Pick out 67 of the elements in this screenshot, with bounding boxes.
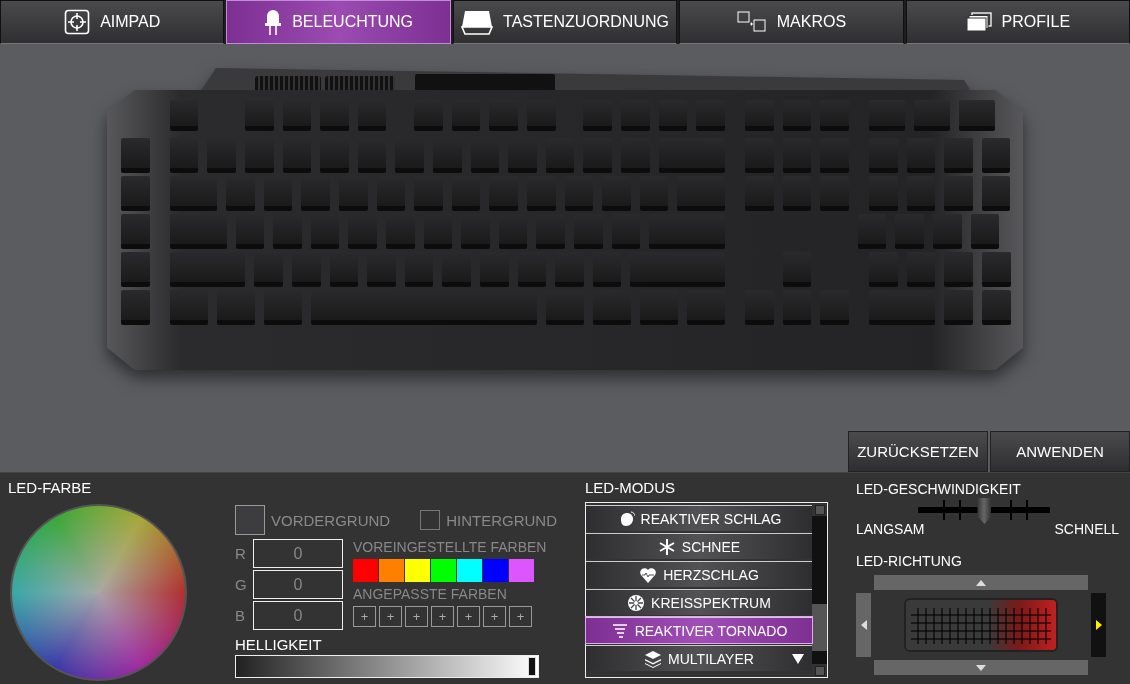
action-button[interactable]: ANWENDEN bbox=[990, 431, 1130, 472]
checkbox-label: VORDERGRUND bbox=[271, 511, 391, 529]
section-title: LED-GESCHWINDIGKEIT bbox=[856, 481, 1022, 497]
spectrum-wheel-icon bbox=[627, 593, 646, 612]
tab[interactable]: MAKROS bbox=[679, 0, 904, 44]
arrow-icon bbox=[860, 620, 867, 630]
add-color-button[interactable]: + bbox=[431, 606, 454, 627]
tab[interactable]: TASTENZUORDNUNG bbox=[452, 0, 678, 44]
mode-list-item[interactable]: REAKTIVER TORNADO bbox=[586, 617, 812, 643]
crosshair-icon bbox=[64, 9, 91, 35]
scrollbar[interactable] bbox=[812, 503, 827, 677]
slider-min-label: LANGSAM bbox=[856, 521, 925, 537]
channel-label: B bbox=[235, 607, 245, 624]
slider-thumb[interactable] bbox=[977, 498, 992, 524]
arrow-icon bbox=[1095, 620, 1102, 630]
palette-title: ANGEPASSTE FARBEN bbox=[353, 586, 508, 604]
input-field[interactable]: 0 bbox=[253, 570, 343, 599]
mode-list-item[interactable]: REAKTIVER SCHLAG bbox=[586, 505, 812, 531]
checkbox[interactable] bbox=[420, 510, 441, 530]
color-swatch[interactable] bbox=[379, 559, 404, 582]
led-icon bbox=[264, 9, 283, 35]
key-combo-icon bbox=[736, 11, 767, 33]
mode-list-item[interactable]: KREISSPEKTRUM bbox=[586, 589, 812, 615]
stacked-windows-icon bbox=[965, 12, 992, 32]
slider-label: HELLIGKEIT bbox=[235, 636, 323, 653]
tab[interactable]: AIMPAD bbox=[0, 0, 225, 44]
color-swatch[interactable] bbox=[509, 559, 534, 582]
add-color-button[interactable]: + bbox=[457, 606, 480, 627]
scroll-down-arrow-icon bbox=[792, 654, 804, 664]
channel-label: R bbox=[235, 545, 245, 562]
add-color-button[interactable]: + bbox=[483, 606, 506, 627]
keycap-icon bbox=[461, 9, 494, 35]
section-title: LED-RICHTUNG bbox=[856, 553, 963, 569]
action-button[interactable]: ZURÜCKSETZEN bbox=[848, 431, 988, 472]
tab[interactable]: BELEUCHTUNG bbox=[226, 0, 451, 44]
arrow-icon bbox=[976, 579, 986, 586]
input-field[interactable]: 0 bbox=[253, 601, 343, 630]
slider-max-label: SCHNELL bbox=[1054, 521, 1120, 537]
color-swatch[interactable] bbox=[431, 559, 456, 582]
heart-icon bbox=[639, 565, 658, 584]
tornado-icon bbox=[610, 621, 629, 640]
add-color-button[interactable]: + bbox=[509, 606, 532, 627]
layers-icon bbox=[644, 649, 663, 668]
checkbox[interactable] bbox=[235, 505, 265, 535]
add-color-button[interactable]: + bbox=[405, 606, 428, 627]
mode-list-item[interactable]: MULTILAYER bbox=[586, 645, 812, 671]
slider-thumb[interactable] bbox=[527, 657, 536, 676]
add-color-button[interactable]: + bbox=[379, 606, 402, 627]
snowflake-icon bbox=[657, 537, 676, 556]
channel-label: G bbox=[235, 576, 245, 593]
color-swatch[interactable] bbox=[353, 559, 378, 582]
arrow-icon bbox=[976, 664, 986, 671]
direction-button[interactable] bbox=[1091, 593, 1106, 657]
tab[interactable]: PROFILE bbox=[905, 0, 1130, 44]
checkbox-label: HINTERGRUND bbox=[446, 511, 558, 529]
palette-title: VOREINGESTELLTE FARBEN bbox=[353, 539, 547, 557]
color-swatch[interactable] bbox=[483, 559, 508, 582]
section-title: LED-MODUS bbox=[585, 479, 676, 496]
speed-slider[interactable] bbox=[918, 498, 1051, 524]
mode-list-item[interactable]: HERZSCHLAG bbox=[586, 561, 812, 587]
mode-list-item[interactable]: SCHNEE bbox=[586, 533, 812, 559]
section-title: LED-FARBE bbox=[8, 479, 93, 496]
input-field[interactable]: 0 bbox=[253, 539, 343, 568]
color-swatch[interactable] bbox=[457, 559, 482, 582]
brightness-slider[interactable] bbox=[235, 655, 539, 678]
add-color-button[interactable]: + bbox=[353, 606, 376, 627]
color-swatch[interactable] bbox=[405, 559, 430, 582]
